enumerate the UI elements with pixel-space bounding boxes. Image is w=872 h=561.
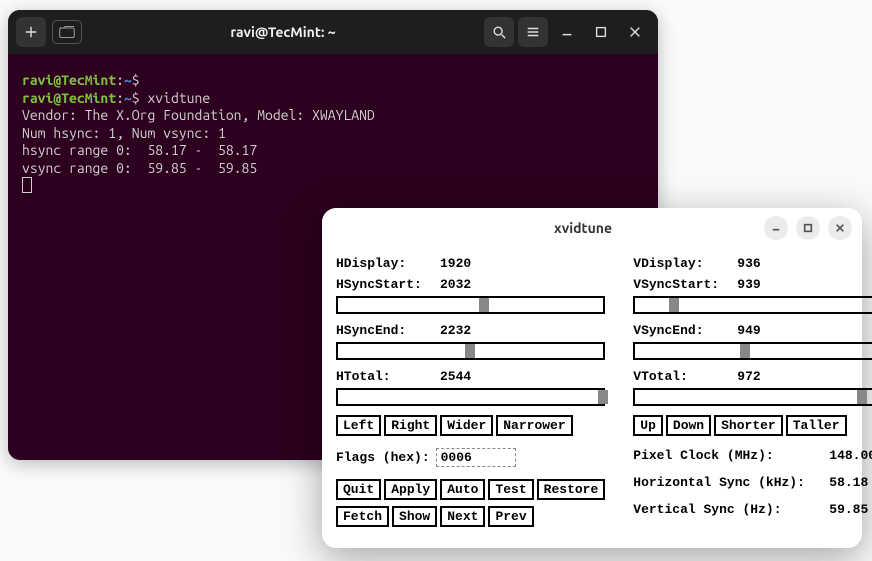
apply-button[interactable]: Apply bbox=[384, 479, 437, 500]
taller-button[interactable]: Taller bbox=[786, 415, 847, 436]
fetch-button[interactable]: Fetch bbox=[336, 506, 389, 527]
close-button[interactable] bbox=[828, 216, 852, 240]
output-line: Vendor: The X.Org Foundation, Model: XWA… bbox=[22, 107, 375, 123]
wider-button[interactable]: Wider bbox=[440, 415, 493, 436]
quit-button[interactable]: Quit bbox=[336, 479, 381, 500]
prev-button[interactable]: Prev bbox=[488, 506, 533, 527]
slider-thumb[interactable] bbox=[465, 344, 475, 358]
hsyncstart-value: 2032 bbox=[440, 277, 490, 292]
vsyncstart-slider[interactable] bbox=[633, 296, 872, 314]
output-line: vsync range 0: 59.85 - 59.85 bbox=[22, 160, 257, 176]
minimize-button[interactable] bbox=[552, 17, 582, 47]
slider-thumb[interactable] bbox=[479, 298, 489, 312]
close-button[interactable] bbox=[620, 17, 650, 47]
command: xvidtune bbox=[147, 90, 210, 106]
vsyncend-value: 949 bbox=[737, 323, 787, 338]
prompt-path: ~ bbox=[124, 72, 132, 88]
slider-thumb[interactable] bbox=[598, 390, 608, 404]
search-icon[interactable] bbox=[484, 17, 514, 47]
auto-button[interactable]: Auto bbox=[440, 479, 485, 500]
right-button[interactable]: Right bbox=[384, 415, 437, 436]
vsyncend-label: VSyncEnd: bbox=[633, 323, 737, 338]
slider-thumb[interactable] bbox=[669, 298, 679, 312]
vsyncstart-label: VSyncStart: bbox=[633, 277, 737, 292]
hsync-value: 58.18 bbox=[829, 475, 868, 490]
output-line: Num hsync: 1, Num vsync: 1 bbox=[22, 125, 226, 141]
htotal-label: HTotal: bbox=[336, 369, 440, 384]
hsyncstart-slider[interactable] bbox=[336, 296, 605, 314]
show-button[interactable]: Show bbox=[392, 506, 437, 527]
down-button[interactable]: Down bbox=[666, 415, 711, 436]
cursor bbox=[22, 177, 32, 193]
maximize-button[interactable] bbox=[586, 17, 616, 47]
flags-input[interactable]: 0006 bbox=[436, 448, 516, 467]
vsync-value: 59.85 bbox=[829, 502, 868, 517]
hsyncend-value: 2232 bbox=[440, 323, 490, 338]
terminal-titlebar: ravi@TecMint: ~ bbox=[8, 10, 658, 54]
slider-thumb[interactable] bbox=[740, 344, 750, 358]
test-button[interactable]: Test bbox=[488, 479, 533, 500]
hdisplay-value: 1920 bbox=[440, 256, 490, 271]
narrower-button[interactable]: Narrower bbox=[496, 415, 572, 436]
prompt-user: ravi@TecMint bbox=[22, 72, 116, 88]
vtotal-label: VTotal: bbox=[633, 369, 737, 384]
xvidtune-titlebar: xvidtune bbox=[322, 208, 862, 248]
minimize-button[interactable] bbox=[764, 216, 788, 240]
hsync-label: Horizontal Sync (kHz): bbox=[633, 475, 829, 490]
hdisplay-label: HDisplay: bbox=[336, 256, 440, 271]
vdisplay-value: 936 bbox=[737, 256, 787, 271]
xvidtune-window: xvidtune HDisplay:1920 HSyncStart:2032 H… bbox=[322, 208, 862, 548]
slider-thumb[interactable] bbox=[857, 390, 867, 404]
next-button[interactable]: Next bbox=[440, 506, 485, 527]
vdisplay-label: VDisplay: bbox=[633, 256, 737, 271]
pixel-clock-label: Pixel Clock (MHz): bbox=[633, 448, 829, 463]
htotal-value: 2544 bbox=[440, 369, 490, 384]
hsyncend-slider[interactable] bbox=[336, 342, 605, 360]
output-line: hsync range 0: 58.17 - 58.17 bbox=[22, 142, 257, 158]
vtotal-value: 972 bbox=[737, 369, 787, 384]
terminal-title: ravi@TecMint: ~ bbox=[82, 24, 484, 40]
up-button[interactable]: Up bbox=[633, 415, 663, 436]
vtotal-slider[interactable] bbox=[633, 388, 872, 406]
vsyncend-slider[interactable] bbox=[633, 342, 872, 360]
vsync-label: Vertical Sync (Hz): bbox=[633, 502, 829, 517]
htotal-slider[interactable] bbox=[336, 388, 605, 406]
vsyncstart-value: 939 bbox=[737, 277, 787, 292]
shorter-button[interactable]: Shorter bbox=[714, 415, 783, 436]
pixel-clock-value: 148.00 bbox=[829, 448, 872, 463]
hsyncstart-label: HSyncStart: bbox=[336, 277, 440, 292]
restore-button[interactable]: Restore bbox=[537, 479, 606, 500]
new-tab-button[interactable] bbox=[52, 20, 82, 44]
flags-label: Flags (hex): bbox=[336, 450, 430, 465]
h-column: HDisplay:1920 HSyncStart:2032 HSyncEnd:2… bbox=[336, 252, 605, 540]
new-tab-plus-button[interactable] bbox=[16, 17, 46, 47]
left-button[interactable]: Left bbox=[336, 415, 381, 436]
v-column: VDisplay:936 VSyncStart:939 VSyncEnd:949… bbox=[633, 252, 872, 540]
menu-icon[interactable] bbox=[518, 17, 548, 47]
hsyncend-label: HSyncEnd: bbox=[336, 323, 440, 338]
maximize-button[interactable] bbox=[796, 216, 820, 240]
xvidtune-title: xvidtune bbox=[402, 220, 764, 236]
terminal-body[interactable]: ravi@TecMint:~$ ravi@TecMint:~$ xvidtune… bbox=[8, 54, 658, 201]
